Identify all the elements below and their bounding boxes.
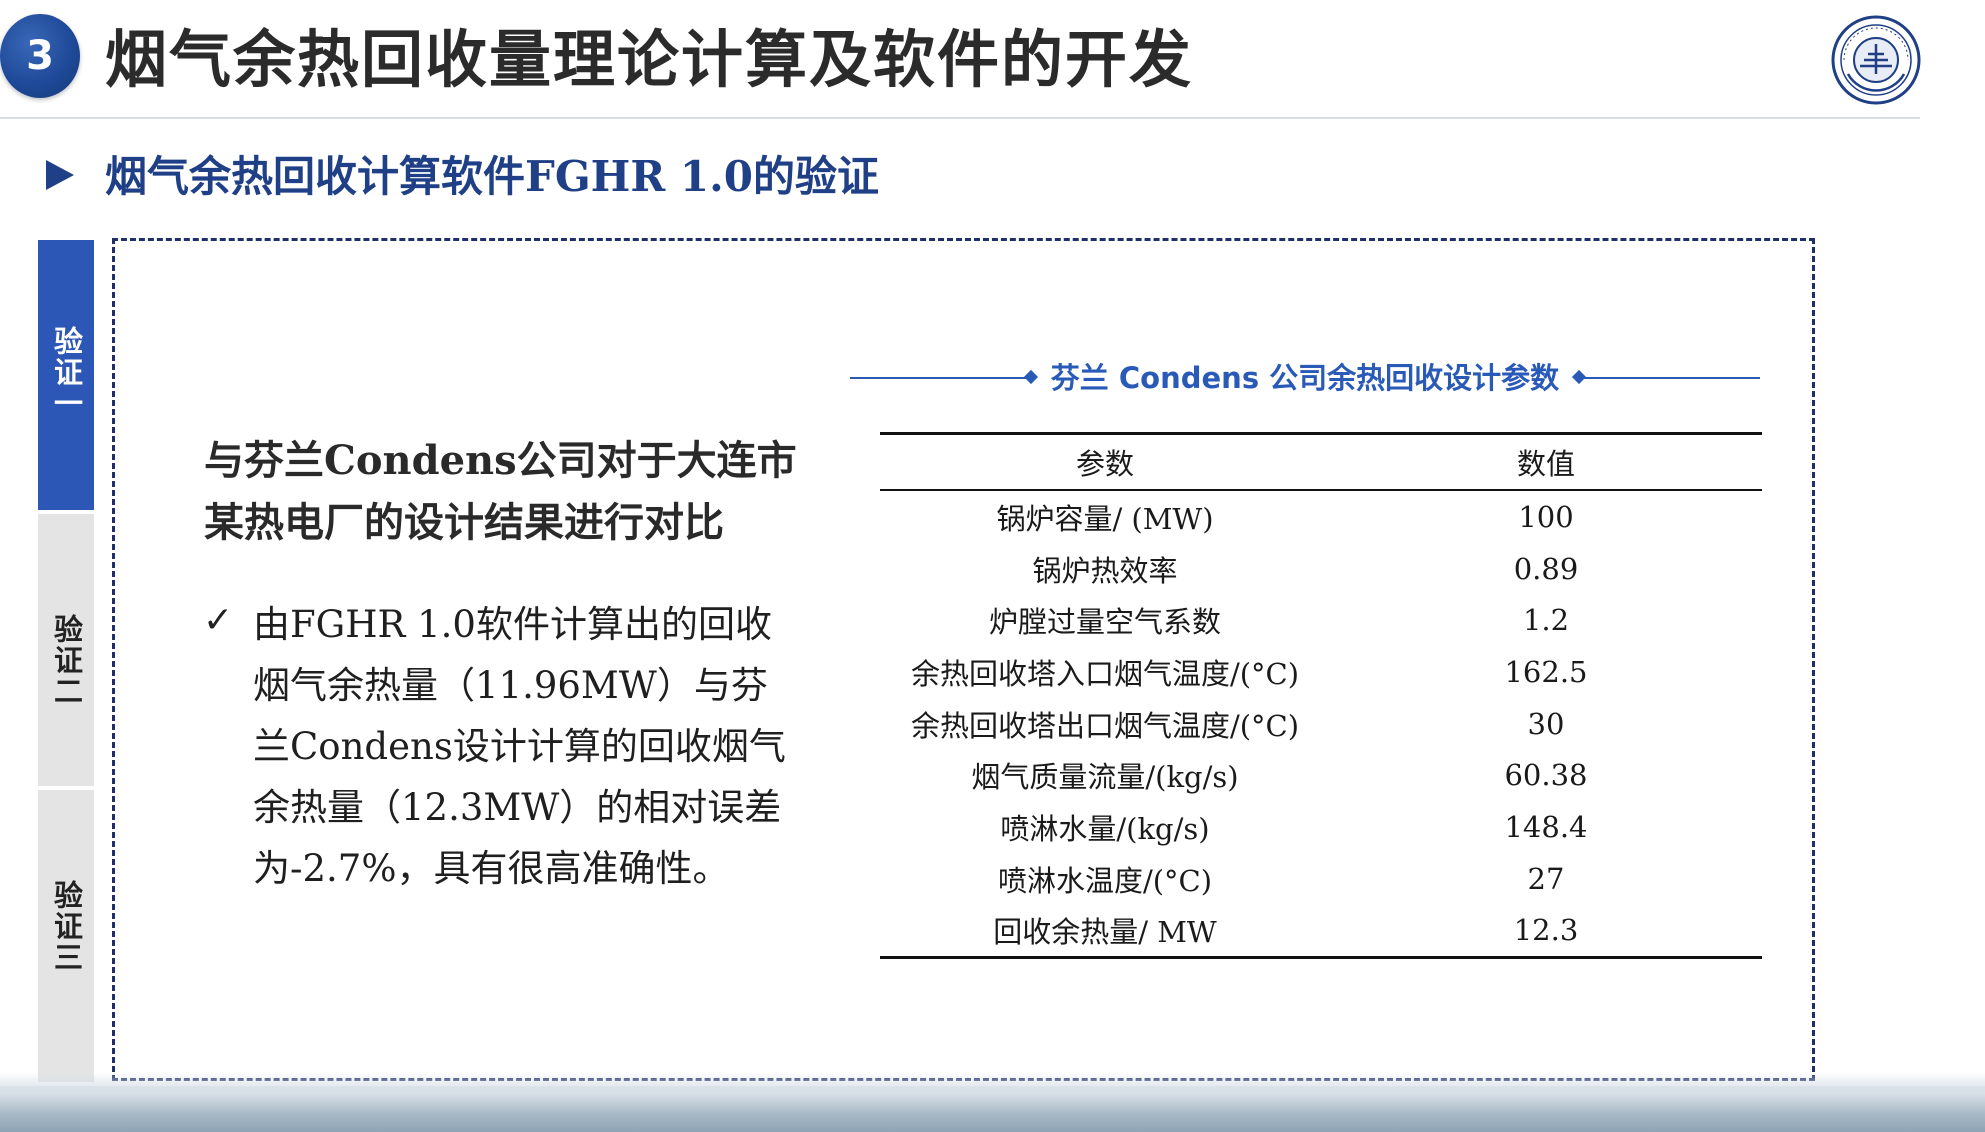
checkmark-icon: ✓ xyxy=(203,600,234,641)
tab-label: 验证一 xyxy=(49,326,84,419)
column-header-parameter: 参数 xyxy=(880,432,1330,491)
tab-verification-2[interactable]: 验证二 xyxy=(38,514,94,786)
parameter-cell: 锅炉热效率 xyxy=(1032,553,1178,588)
university-seal-logo xyxy=(1830,14,1922,106)
parameter-cell: 烟气质量流量/(kg/s) xyxy=(971,760,1239,795)
page-title: 烟气余热回收量理论计算及软件的开发 xyxy=(105,23,1194,96)
parameter-cell: 喷淋水量/(kg/s) xyxy=(1000,811,1210,846)
parameter-cell: 锅炉容量/ (MW) xyxy=(996,501,1214,536)
section-subtitle: 烟气余热回收计算软件FGHR 1.0的验证 xyxy=(105,152,879,201)
table-caption: 芬兰 Condens 公司余热回收设计参数 xyxy=(1050,361,1560,395)
parameter-cell: 回收余热量/ MW xyxy=(880,904,1330,960)
table-row: 回收余热量/ MW 12.3 xyxy=(880,904,1762,960)
table-row: 锅炉热效率 0.89 xyxy=(880,543,1762,595)
tab-label: 验证二 xyxy=(49,614,84,707)
comparison-heading: 与芬兰Condens公司对于大连市某热电厂的设计结果进行对比 xyxy=(204,437,797,546)
design-parameter-table: 参数 数值 锅炉容量/ (MW) 100 锅炉热效率 0.89 炉膛过量空气系数 1.… xyxy=(880,432,1762,960)
value-cell: 12.3 xyxy=(1330,904,1762,960)
value-cell: 27 xyxy=(1527,861,1565,896)
column-header-value: 数值 xyxy=(1330,432,1762,491)
value-cell: 0.89 xyxy=(1513,551,1579,586)
parameter-cell: 炉膛过量空气系数 xyxy=(988,605,1221,640)
table-row: 锅炉容量/ (MW) 100 xyxy=(880,490,1762,543)
table-row: 喷淋水温度/(°C) 27 xyxy=(880,853,1762,905)
table-row: 炉膛过量空气系数 1.2 xyxy=(880,594,1762,646)
caption-line-right xyxy=(1580,377,1760,379)
header-divider xyxy=(0,117,1920,119)
tab-verification-3[interactable]: 验证三 xyxy=(38,790,94,1082)
value-cell: 1.2 xyxy=(1522,603,1570,638)
value-cell: 60.38 xyxy=(1504,758,1588,793)
section-number-badge: 3 xyxy=(0,14,80,98)
parameter-cell: 余热回收塔出口烟气温度/(°C) xyxy=(910,708,1300,743)
tab-verification-1[interactable]: 验证一 xyxy=(38,240,94,510)
table-row: 余热回收塔出口烟气温度/(°C) 30 xyxy=(880,698,1762,750)
table-header-row: 参数 数值 xyxy=(880,432,1762,491)
bottom-decorative-band xyxy=(0,1072,1985,1132)
tab-label: 验证三 xyxy=(49,880,84,973)
value-cell: 148.4 xyxy=(1504,809,1588,844)
caption-diamond-left xyxy=(1023,369,1039,385)
section-number: 3 xyxy=(26,33,54,79)
table-caption-row: 芬兰 Condens 公司余热回收设计参数 xyxy=(850,355,1760,401)
value-cell: 30 xyxy=(1527,706,1565,741)
triangle-bullet-icon xyxy=(46,160,74,190)
caption-line-left xyxy=(850,377,1030,379)
table-row: 烟气质量流量/(kg/s) 60.38 xyxy=(880,749,1762,801)
value-cell: 162.5 xyxy=(1504,654,1588,689)
parameter-cell: 喷淋水温度/(°C) xyxy=(997,863,1213,898)
value-cell: 100 xyxy=(1518,499,1574,534)
table-row: 喷淋水量/(kg/s) 148.4 xyxy=(880,801,1762,853)
table-row: 余热回收塔入口烟气温度/(°C) 162.5 xyxy=(880,646,1762,698)
result-paragraph: 由FGHR 1.0软件计算出的回收烟气余热量（11.96MW）与芬兰Conden… xyxy=(253,603,786,890)
parameter-cell: 余热回收塔入口烟气温度/(°C) xyxy=(910,656,1300,691)
